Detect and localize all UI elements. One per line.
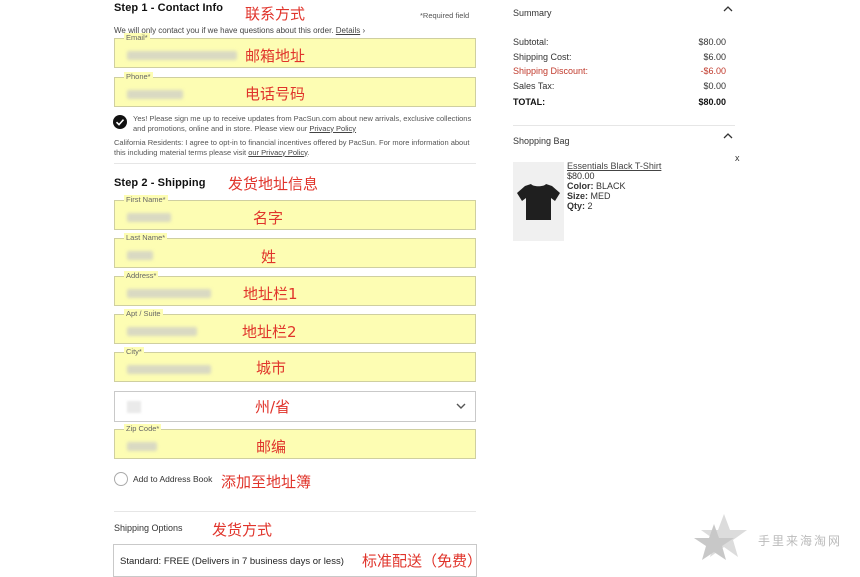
last-name-field[interactable]: Last Name* (114, 233, 476, 268)
summary-shipping-cost-value: $6.00 (703, 52, 726, 62)
details-arrow-icon: › (362, 26, 366, 35)
summary-total-value: $80.00 (698, 97, 726, 107)
product-image[interactable] (513, 162, 564, 241)
address-label: Address* (124, 271, 159, 280)
annotation-first-name: 名字 (253, 209, 284, 227)
annotation-shipping-info: 发货地址信息 (228, 175, 319, 193)
california-period: . (307, 147, 310, 157)
annotation-contact: 联系方式 (245, 5, 306, 23)
first-name-field[interactable]: First Name* (114, 195, 476, 230)
bag-item-qty: Qty: 2 (567, 201, 661, 211)
summary-shipping-cost-row: Shipping Cost: $6.00 (513, 52, 726, 62)
phone-label: Phone* (124, 72, 153, 81)
summary-sales-tax-label: Sales Tax: (513, 81, 555, 91)
first-name-label: First Name* (124, 195, 168, 204)
bag-item-price: $80.00 (567, 171, 595, 181)
opt-in-copy: Yes! Please sign me up to receive update… (133, 114, 472, 133)
first-name-value-redacted (127, 213, 171, 222)
add-to-address-book-label: Add to Address Book (133, 474, 213, 484)
zip-code-field[interactable]: Zip Code* (114, 424, 476, 459)
chevron-up-icon[interactable] (722, 130, 734, 142)
bag-item-size-label: Size: (567, 191, 589, 201)
bag-item-color-label: Color: (567, 181, 594, 191)
summary-shipping-discount-label: Shipping Discount: (513, 66, 589, 76)
annotation-shipping-method: 发货方式 (212, 521, 273, 539)
tshirt-icon (517, 184, 560, 220)
bag-item-size: Size: MED (567, 191, 661, 201)
opt-in-checkbox[interactable] (113, 115, 127, 129)
california-text: California Residents: I agree to opt-in … (114, 138, 479, 157)
chevron-down-icon (456, 403, 466, 409)
required-note: *Required field (420, 11, 470, 20)
zip-code-label: Zip Code* (124, 424, 162, 433)
state-value-redacted (127, 401, 141, 413)
summary-sales-tax-row: Sales Tax: $0.00 (513, 81, 726, 91)
step1-title: Step 1 - Contact Info (114, 2, 224, 14)
contact-note: We will only contact you if we have ques… (114, 26, 365, 36)
bag-item-details: Essentials Black T-Shirt $80.00 Color: B… (567, 161, 661, 211)
summary-sales-tax-value: $0.00 (703, 81, 726, 91)
state-select[interactable] (114, 391, 476, 422)
city-value-redacted (127, 365, 211, 374)
summary-subtotal-value: $80.00 (698, 37, 726, 47)
annotation-zip: 邮编 (256, 438, 287, 456)
email-label: Email* (124, 33, 150, 42)
annotation-phone: 电话号码 (245, 85, 306, 103)
last-name-label: Last Name* (124, 233, 168, 242)
chevron-up-icon[interactable] (722, 3, 734, 15)
opt-in-text: Yes! Please sign me up to receive update… (133, 114, 478, 133)
watermark-text: 手里来海淘网 (758, 534, 843, 548)
bag-item-size-value: MED (590, 191, 611, 201)
last-name-value-redacted (127, 251, 153, 260)
check-icon (115, 119, 125, 126)
annotation-address-book: 添加至地址簿 (221, 473, 312, 491)
annotation-city: 城市 (256, 359, 287, 377)
section-divider (114, 163, 476, 164)
summary-shipping-discount-row: Shipping Discount: -$6.00 (513, 66, 726, 76)
shipping-option-text: Standard: FREE (Delivers in 7 business d… (120, 556, 344, 567)
annotation-address2: 地址栏2 (242, 323, 297, 341)
phone-value-redacted (127, 90, 183, 99)
zip-code-value-redacted (127, 442, 157, 451)
annotation-last-name: 姓 (261, 248, 277, 266)
step2-title: Step 2 - Shipping (114, 177, 206, 189)
shopping-bag-title: Shopping Bag (513, 136, 570, 146)
shipping-options-label: Shipping Options (114, 523, 183, 533)
city-field[interactable]: City* (114, 347, 476, 382)
details-link[interactable]: Details (336, 26, 360, 35)
bag-item-name[interactable]: Essentials Black T-Shirt (567, 161, 661, 171)
bag-item-qty-label: Qty: (567, 201, 585, 211)
summary-subtotal-label: Subtotal: (513, 37, 549, 47)
annotation-standard-free: 标准配送（免费） (362, 552, 483, 570)
annotation-email: 邮箱地址 (245, 47, 306, 65)
bag-item-color: Color: BLACK (567, 181, 661, 191)
privacy-policy-link[interactable]: Privacy Policy (309, 124, 356, 133)
remove-item-icon[interactable]: x (735, 153, 740, 163)
apt-suite-value-redacted (127, 327, 197, 336)
watermark-star-icon (694, 514, 747, 560)
summary-shipping-cost-label: Shipping Cost: (513, 52, 572, 62)
annotation-address1: 地址栏1 (243, 285, 298, 303)
apt-suite-label: Apt / Suite (124, 309, 163, 318)
summary-title: Summary (513, 8, 552, 18)
city-label: City* (124, 347, 144, 356)
summary-total-label: TOTAL: (513, 97, 546, 107)
bag-item-qty-value: 2 (587, 201, 593, 211)
summary-total-row: TOTAL: $80.00 (513, 97, 726, 107)
summary-subtotal-row: Subtotal: $80.00 (513, 37, 726, 47)
summary-shipping-discount-value: -$6.00 (700, 66, 726, 76)
address-value-redacted (127, 289, 211, 298)
section-divider-2 (114, 511, 476, 512)
annotation-state: 州/省 (255, 398, 291, 416)
email-value-redacted (127, 51, 237, 60)
bag-item-color-value: BLACK (596, 181, 626, 191)
add-to-address-book-checkbox[interactable] (114, 472, 128, 486)
summary-divider (513, 125, 735, 126)
california-privacy-link[interactable]: our Privacy Policy (248, 148, 307, 157)
